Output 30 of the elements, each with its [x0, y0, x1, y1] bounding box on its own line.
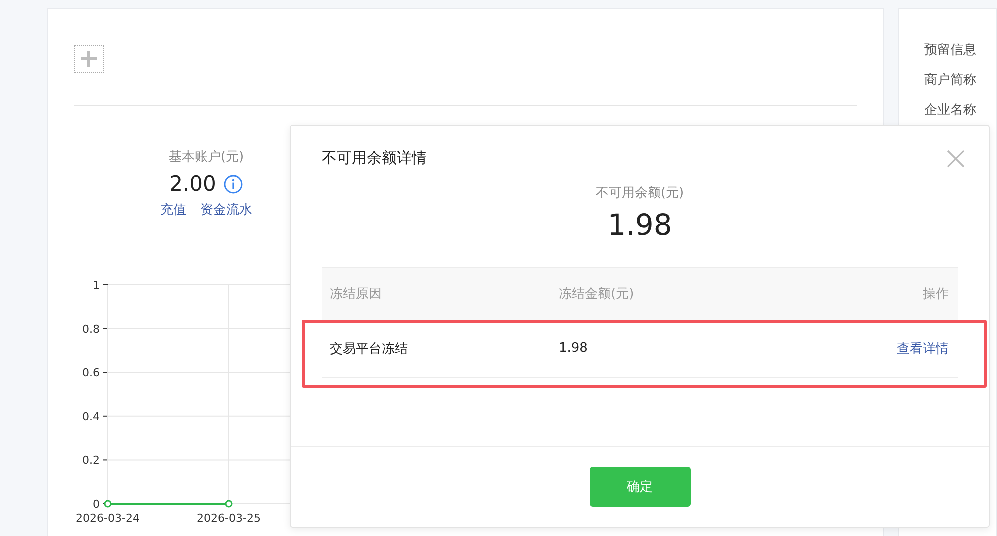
field-label: 企业名称: [924, 102, 978, 119]
axis-tick-label: 0.8: [82, 322, 100, 336]
field-label: 商户简称: [924, 72, 978, 89]
axis-tick-label: 0.4: [82, 410, 100, 424]
plus-icon: [81, 51, 97, 67]
account-link[interactable]: 充值: [160, 201, 186, 219]
data-point: [104, 500, 112, 508]
details-link[interactable]: 查看详情: [897, 342, 949, 356]
info-icon[interactable]: [224, 174, 244, 194]
account-link[interactable]: 资金流水: [200, 201, 252, 219]
axis-tick-label: 0.6: [82, 366, 100, 380]
axis-date-label: 2026-03-25: [197, 512, 261, 524]
column-header: 冻结原因: [329, 286, 383, 303]
axis-date-label: 2026-03-24: [76, 512, 140, 524]
axis-tick-label: 0: [93, 498, 100, 511]
column-header: 操作: [923, 286, 950, 303]
axis-tick-label: 1: [93, 279, 100, 292]
column-header: 冻结金额(元): [559, 286, 636, 303]
data-point: [225, 500, 233, 508]
table-cell-text: 交易平台冻结: [329, 340, 409, 358]
close-icon[interactable]: [947, 150, 965, 168]
add-button[interactable]: [74, 45, 104, 73]
summary-label: 不可用余额(元): [596, 185, 684, 202]
axis-tick-label: 0.2: [82, 454, 100, 468]
dialog-title: 不可用余额详情: [322, 149, 427, 168]
field-label: 预留信息: [924, 42, 978, 59]
account-balance: 2.00: [170, 172, 216, 196]
table-cell-text: 1.98: [559, 341, 589, 356]
account-label: 基本账户(元): [168, 149, 244, 166]
summary-value: 1.98: [608, 208, 672, 242]
